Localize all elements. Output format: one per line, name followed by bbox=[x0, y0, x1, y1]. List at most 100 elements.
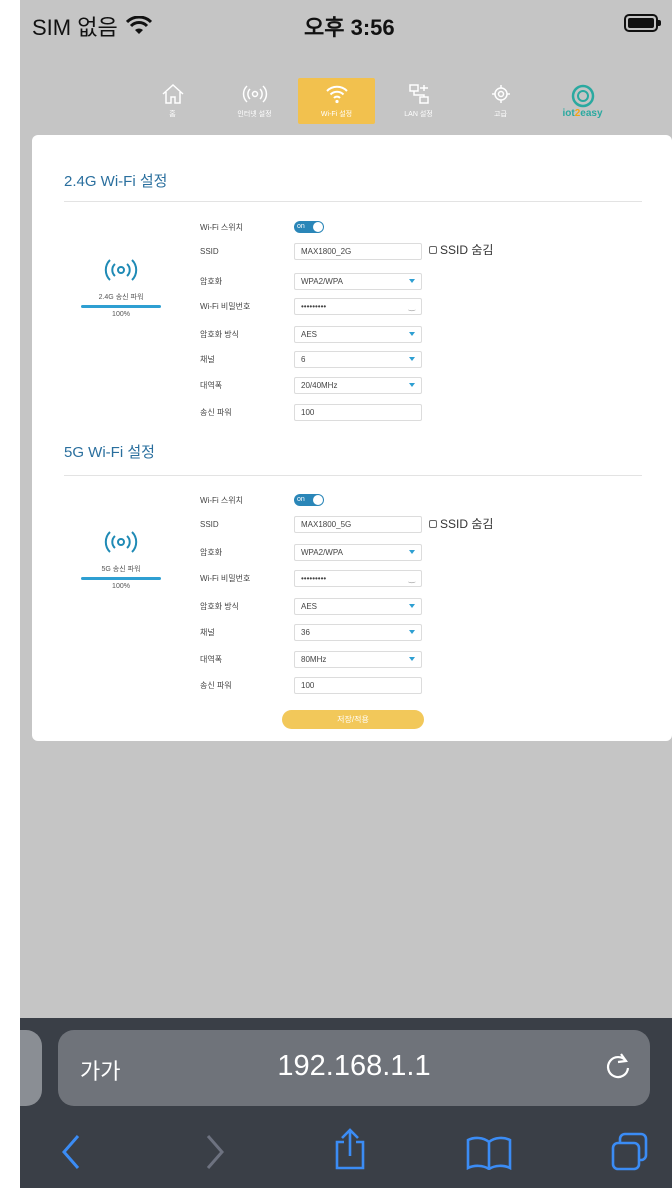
power-label: 2.4G 송신 파워 bbox=[98, 294, 144, 301]
wifi-24-hide-ssid[interactable]: SSID 숨김 bbox=[429, 241, 493, 258]
nav-lan-label: LAN 설정 bbox=[404, 111, 433, 118]
chevron-down-icon bbox=[409, 357, 415, 361]
cipher-label: 암호화 방식 bbox=[200, 601, 240, 611]
wifi-24-title: 2.4G Wi-Fi 설정 bbox=[64, 173, 168, 190]
hide-ssid-checkbox[interactable] bbox=[429, 245, 437, 254]
wifi-24-encryption-select[interactable]: WPA2/WPA bbox=[294, 272, 422, 290]
nav-advanced[interactable]: 고급 bbox=[462, 78, 539, 124]
txpower-label: 송신 파워 bbox=[200, 407, 232, 417]
carrier-status: SIM 없음 bbox=[32, 10, 152, 42]
share-icon[interactable] bbox=[332, 1128, 368, 1172]
wifi-5-txpower-row: 송신 파워 100 bbox=[200, 676, 422, 694]
switch-label: Wi-Fi 스위치 bbox=[200, 495, 243, 505]
encryption-label: 암호화 bbox=[200, 547, 223, 557]
tabs-icon[interactable] bbox=[610, 1132, 650, 1172]
address-bar[interactable]: 가가 192.168.1.1 bbox=[58, 1030, 650, 1106]
battery-icon bbox=[624, 14, 661, 32]
nav-advanced-label: 고급 bbox=[494, 111, 507, 118]
chevron-down-icon bbox=[409, 279, 415, 283]
divider bbox=[64, 201, 642, 202]
wifi-5-password-input[interactable]: ••••••••• ‿ bbox=[294, 569, 422, 587]
url-text[interactable]: 192.168.1.1 bbox=[58, 1050, 650, 1083]
forward-icon[interactable] bbox=[200, 1132, 228, 1172]
power-value: 100% bbox=[112, 583, 130, 590]
wifi-5-ssid-row: SSID MAX1800_5G bbox=[200, 515, 422, 533]
wifi-5-txpower-input[interactable]: 100 bbox=[294, 676, 422, 694]
reload-icon[interactable] bbox=[602, 1050, 634, 1082]
password-label: Wi-Fi 비밀번호 bbox=[200, 301, 251, 311]
chevron-down-icon bbox=[409, 383, 415, 387]
channel-label: 채널 bbox=[200, 354, 215, 364]
wifi-24-bandwidth-row: 대역폭 20/40MHz bbox=[200, 376, 422, 394]
bandwidth-label: 대역폭 bbox=[200, 654, 223, 664]
power-bar bbox=[81, 577, 161, 580]
brand-text: iot2easy bbox=[562, 107, 603, 119]
wifi-5-cipher-select[interactable]: AES bbox=[294, 597, 422, 615]
wifi-24-password-row: Wi-Fi 비밀번호 ••••••••• ‿ bbox=[200, 297, 422, 315]
wifi-5-password-row: Wi-Fi 비밀번호 ••••••••• ‿ bbox=[200, 569, 422, 587]
chevron-down-icon bbox=[409, 657, 415, 661]
hide-ssid-label: SSID 숨김 bbox=[440, 517, 494, 531]
chevron-down-icon bbox=[409, 630, 415, 634]
wifi-24-toggle[interactable]: on bbox=[294, 221, 324, 233]
wifi-24-ssid-input[interactable]: MAX1800_2G bbox=[294, 242, 422, 260]
home-icon bbox=[161, 83, 184, 104]
wifi-24-bandwidth-select[interactable]: 20/40MHz bbox=[294, 376, 422, 394]
logo-icon bbox=[571, 84, 594, 107]
power-bar bbox=[81, 305, 161, 308]
chevron-down-icon bbox=[409, 550, 415, 554]
switch-label: Wi-Fi 스위치 bbox=[200, 222, 243, 232]
eye-closed-icon[interactable]: ‿ bbox=[409, 302, 415, 311]
wifi-settings-card: 2.4G Wi-Fi 설정 2.4G 송신 파워 100% Wi-Fi 스위치 … bbox=[32, 135, 672, 741]
wifi-5-cipher-row: 암호화 방식 AES bbox=[200, 597, 422, 615]
power-label: 5G 송신 파워 bbox=[101, 566, 141, 573]
chevron-down-icon bbox=[409, 332, 415, 336]
antenna-icon bbox=[104, 531, 138, 553]
wifi-5-hide-ssid[interactable]: SSID 숨김 bbox=[429, 515, 493, 532]
hide-ssid-checkbox[interactable] bbox=[429, 519, 437, 528]
wifi-24-cipher-select[interactable]: AES bbox=[294, 325, 422, 343]
brand-logo: iot2easy bbox=[544, 78, 621, 124]
antenna-icon bbox=[104, 259, 138, 281]
nav-home-label: 홈 bbox=[169, 111, 176, 118]
wifi-signal-icon bbox=[125, 16, 152, 34]
lan-icon bbox=[408, 84, 429, 104]
bandwidth-label: 대역폭 bbox=[200, 380, 223, 390]
nav-internet-label: 인터넷 설정 bbox=[237, 111, 272, 118]
wifi-24-encryption-row: 암호화 WPA2/WPA bbox=[200, 272, 422, 290]
nav-lan[interactable]: LAN 설정 bbox=[380, 78, 457, 124]
wifi-24-ssid-row: SSID MAX1800_2G bbox=[200, 242, 422, 260]
gear-icon bbox=[491, 85, 510, 103]
wifi-icon bbox=[325, 85, 348, 104]
ssid-label: SSID bbox=[200, 246, 219, 256]
password-label: Wi-Fi 비밀번호 bbox=[200, 573, 251, 583]
wifi-5-ssid-input[interactable]: MAX1800_5G bbox=[294, 515, 422, 533]
previous-tab-preview[interactable] bbox=[20, 1030, 42, 1106]
nav-wifi[interactable]: Wi-Fi 설정 bbox=[298, 78, 375, 124]
wifi-5-channel-select[interactable]: 36 bbox=[294, 623, 422, 641]
back-icon[interactable] bbox=[58, 1132, 86, 1172]
nav-home[interactable]: 홈 bbox=[134, 78, 211, 124]
wifi-24-password-input[interactable]: ••••••••• ‿ bbox=[294, 297, 422, 315]
ssid-label: SSID bbox=[200, 519, 219, 529]
wifi-24-txpower-input[interactable]: 100 bbox=[294, 403, 422, 421]
wifi-24-txpower-row: 송신 파워 100 bbox=[200, 403, 422, 421]
wifi-5-title: 5G Wi-Fi 설정 bbox=[64, 444, 155, 461]
wifi-5-bandwidth-select[interactable]: 80MHz bbox=[294, 650, 422, 668]
eye-closed-icon[interactable]: ‿ bbox=[409, 574, 415, 583]
wifi-5-encryption-select[interactable]: WPA2/WPA bbox=[294, 543, 422, 561]
nav-wifi-label: Wi-Fi 설정 bbox=[320, 111, 353, 118]
wifi-24-channel-select[interactable]: 6 bbox=[294, 350, 422, 368]
nav-internet[interactable]: 인터넷 설정 bbox=[216, 78, 293, 124]
save-apply-button[interactable]: 저장/적용 bbox=[282, 710, 424, 729]
wifi-5-encryption-row: 암호화 WPA2/WPA bbox=[200, 543, 422, 561]
hide-ssid-label: SSID 숨김 bbox=[440, 243, 494, 257]
wifi-24-channel-row: 채널 6 bbox=[200, 350, 422, 368]
power-value: 100% bbox=[112, 311, 130, 318]
txpower-label: 송신 파워 bbox=[200, 680, 232, 690]
bookmarks-icon[interactable] bbox=[466, 1136, 512, 1170]
wifi-24-power: 2.4G 송신 파워 100% bbox=[78, 255, 164, 318]
wifi-5-toggle[interactable]: on bbox=[294, 494, 324, 506]
phone-screen: SIM 없음 오후 3:56 홈 인터넷 설정 Wi-Fi 설정 LAN 설정 bbox=[20, 0, 672, 1188]
clock: 오후 3:56 bbox=[304, 15, 395, 40]
